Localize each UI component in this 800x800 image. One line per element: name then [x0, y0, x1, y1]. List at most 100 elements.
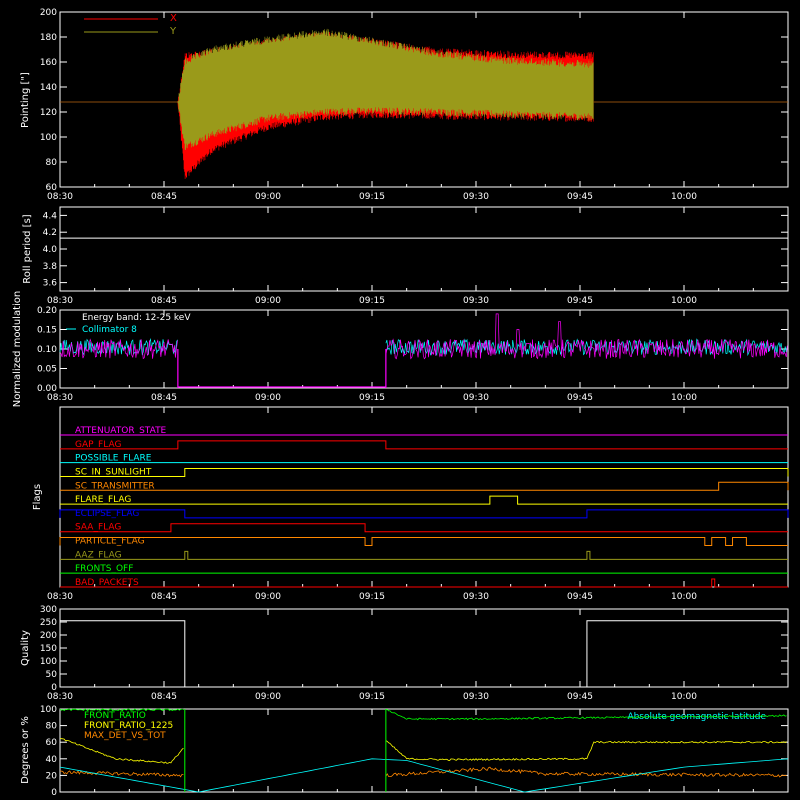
x-tick-label: 09:15 [359, 296, 385, 306]
x-tick-label: 08:30 [47, 692, 73, 702]
y-tick-label: 0.20 [37, 306, 57, 316]
y-tick-label: 60 [46, 738, 58, 748]
flag-line-saa-flag [60, 523, 788, 533]
y-tick-label: 200 [40, 631, 57, 641]
x-tick-label: 09:30 [463, 692, 489, 702]
y-tick-label: 100 [40, 657, 57, 667]
x-tick-label: 08:30 [47, 393, 73, 403]
flag-line-flare-flag [60, 495, 788, 505]
y-tick-label: 40 [46, 755, 58, 765]
ratio-series-front-ratio-1225 [60, 738, 787, 764]
x-tick-label: 10:00 [671, 192, 697, 202]
x-tick-label: 09:45 [567, 192, 593, 202]
ratio-legend-front-ratio: FRONT_RATIO [84, 711, 146, 721]
y-tick-label: 0.10 [37, 345, 57, 355]
modulation-ylabel: Normalized modulation [12, 291, 23, 408]
ratio-legend-front-ratio-1225: FRONT_RATIO_1225 [84, 721, 173, 731]
x-tick-label: 10:00 [671, 393, 697, 403]
x-tick-label: 10:00 [671, 692, 697, 702]
legend-label-y: Y [169, 26, 177, 37]
x-tick-label: 10:00 [671, 296, 697, 306]
flag-label-sc-in-sunlight: SC_IN_SUNLIGHT [75, 467, 152, 477]
flags-panel-frame [59, 406, 789, 588]
flag-label-aaz-flag: AAZ_FLAG [75, 550, 122, 560]
flag-line-sc-in-sunlight [60, 467, 789, 477]
y-tick-label: 0.00 [37, 384, 57, 394]
y-tick-label: 3.8 [43, 262, 58, 272]
y-tick-label: 250 [40, 618, 57, 628]
x-tick-label: 09:30 [463, 393, 489, 403]
x-tick-label: 09:15 [359, 692, 385, 702]
ratios-ylabel: Degrees or % [20, 716, 31, 784]
flag-label-possible-flare: POSSIBLE_FLARE [75, 454, 152, 464]
y-tick-label: 180 [40, 33, 57, 43]
flag-line-aaz-flag [60, 550, 788, 560]
x-tick-label: 09:00 [255, 296, 281, 306]
legend-label-x: X [170, 13, 177, 24]
x-tick-label: 09:00 [255, 192, 281, 202]
y-tick-label: 100 [40, 705, 57, 715]
x-tick-label: 08:30 [47, 192, 73, 202]
y-tick-label: 150 [40, 644, 57, 654]
y-tick-label: 140 [40, 83, 57, 93]
y-tick-label: 80 [46, 722, 58, 732]
y-tick-label: 160 [40, 58, 57, 68]
flag-line-eclipse-flag [59, 509, 789, 519]
pointing-series-y [60, 28, 788, 151]
flag-label-bad-packets: BAD_PACKETS [75, 578, 139, 588]
y-tick-label: 120 [40, 108, 57, 118]
y-tick-label: 300 [40, 605, 57, 615]
x-tick-label: 09:45 [567, 393, 593, 403]
flags-ylabel: Flags [32, 484, 43, 510]
x-tick-label: 09:45 [567, 592, 593, 602]
flag-line-particle-flag [59, 537, 788, 547]
x-tick-label: 09:30 [463, 592, 489, 602]
y-tick-label: 100 [40, 133, 57, 143]
y-tick-label: 60 [46, 183, 58, 193]
x-tick-label: 08:30 [47, 296, 73, 306]
rhessi-quicklook-chart: Pointing ["] Roll period [s] Normalized … [0, 0, 800, 800]
quality-line [60, 620, 788, 688]
modulation-energy-annotation: Energy band: 12-25 keV [82, 313, 191, 323]
x-tick-label: 09:00 [255, 692, 281, 702]
x-tick-label: 09:45 [567, 692, 593, 702]
flag-label-sc-transmitter: SC_TRANSMITTER [75, 481, 155, 491]
y-tick-label: 0.15 [37, 326, 57, 336]
y-tick-label: 20 [46, 771, 58, 781]
x-tick-label: 08:45 [151, 692, 177, 702]
y-tick-label: 80 [46, 158, 58, 168]
y-tick-label: 3.6 [43, 279, 58, 289]
y-tick-label: 0 [51, 788, 57, 798]
roll-panel-frame [59, 206, 789, 292]
x-tick-label: 09:15 [359, 192, 385, 202]
ratio-series-max-det-vs-tot [59, 766, 787, 778]
flag-label-saa-flag: SAA_FLAG [75, 523, 121, 533]
x-tick-label: 09:45 [567, 296, 593, 306]
x-tick-label: 10:00 [671, 592, 697, 602]
flag-line-gap-flag [60, 440, 788, 450]
y-tick-label: 4.2 [43, 228, 57, 238]
x-tick-label: 09:15 [359, 592, 385, 602]
flag-line-sc-transmitter [60, 481, 789, 491]
x-tick-label: 09:30 [463, 296, 489, 306]
x-tick-label: 09:00 [255, 393, 281, 403]
chart-marks: 08:30 08:45 09:00 09:15 09:30 09:45 10:00 60 80 1… [37, 8, 789, 798]
y-tick-label: 0 [51, 683, 57, 693]
flag-label-fronts-off: FRONTS_OFF [75, 564, 133, 574]
modulation-collimator-annotation: Collimator 8 [82, 325, 137, 335]
x-tick-label: 08:45 [151, 393, 177, 403]
flag-label-particle-flag: PARTICLE_FLAG [75, 537, 145, 547]
x-tick-label: 09:30 [463, 192, 489, 202]
roll-ylabel: Roll period [s] [22, 214, 33, 283]
pointing-ylabel: Pointing ["] [20, 72, 31, 128]
flag-label-flare-flag: FLARE_FLAG [75, 495, 131, 505]
ratio-legend-max-det-vs-tot: MAX_DET_VS_TOT [84, 731, 166, 741]
x-tick-label: 08:45 [151, 192, 177, 202]
y-tick-label: 50 [46, 670, 58, 680]
flag-label-gap-flag: GAP_FLAG [75, 440, 121, 450]
flag-label-eclipse-flag: ECLIPSE_FLAG [75, 509, 139, 519]
y-tick-label: 4.0 [43, 245, 58, 255]
x-tick-label: 09:00 [255, 592, 281, 602]
x-tick-label: 09:15 [359, 393, 385, 403]
flag-line-bad-packets [60, 578, 788, 588]
